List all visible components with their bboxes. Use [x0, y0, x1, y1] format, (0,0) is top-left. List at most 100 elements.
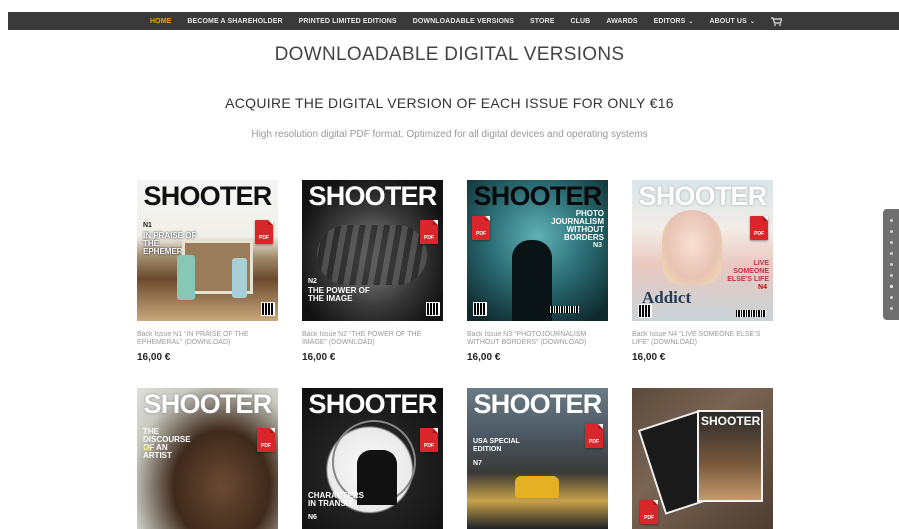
product-card[interactable]: SHOOTER THE DISCOURSE OF AN ARTIST N5 PD…	[137, 388, 278, 529]
cover-silhouette	[512, 240, 552, 321]
pdf-icon: PDF	[640, 500, 658, 524]
qr-code-icon	[261, 302, 275, 316]
product-title[interactable]: Back Issue N1 “IN PRAISE OF THE EPHEMERA…	[137, 331, 278, 348]
nav-label: EDITORS	[653, 17, 686, 25]
nav-label: CLUB	[570, 17, 591, 25]
pdf-icon: PDF	[420, 428, 438, 452]
cover-masthead: SHOOTER	[473, 389, 603, 419]
product-cover-image[interactable]: SHOOTER Addict N4 LIVE SOMEONE ELSE'S LI…	[632, 180, 773, 321]
product-grid: SHOOTER N1 IN PRAISE OF THE EPHEMERAL PD…	[137, 180, 773, 529]
cover-issue-number: N7	[473, 460, 482, 467]
nav-item-club[interactable]: CLUB	[570, 18, 590, 25]
cover-masthead: SHOOTER	[473, 181, 603, 211]
barcode-icon	[736, 310, 766, 317]
cover-headline: THE POWER OF THE IMAGE	[308, 286, 370, 303]
nav-item-home[interactable]: HOME	[150, 18, 171, 25]
cover-issue-number: N6	[308, 514, 317, 521]
product-title[interactable]: Back Issue N4 “LIVE SOMEONE ELSE’S LIFE”…	[632, 331, 773, 348]
product-card[interactable]: SHOOTER CHARACTERS IN TRANSIT N6 PDF	[302, 388, 443, 529]
nav-menu: HOME BECOME A SHAREHOLDER PRINTED LIMITE…	[150, 12, 783, 30]
cover-issue-number: N1	[143, 222, 152, 229]
nav-item-awards[interactable]: AWARDS	[606, 18, 637, 25]
section-dot[interactable]	[889, 263, 893, 266]
pdf-label: PDF	[424, 235, 434, 241]
cover-masthead: SHOOTER	[308, 389, 438, 419]
nav-item-editors[interactable]: EDITORS ⌄	[654, 18, 694, 25]
cover-masthead: SHOOTER	[308, 181, 438, 211]
product-card[interactable]: SHOOTER USA SPECIAL EDITION N7 PDF	[467, 388, 608, 529]
product-title[interactable]: Back Issue N3 “PHOTOJOURNALISM WITHOUT B…	[467, 331, 608, 348]
cover-figure	[232, 258, 247, 298]
product-card[interactable]: SHOOTER PDF	[632, 388, 773, 529]
cart-button[interactable]	[770, 16, 783, 26]
pdf-icon: PDF	[257, 428, 275, 452]
product-cover-image[interactable]: SHOOTER USA SPECIAL EDITION N7 PDF	[467, 388, 608, 529]
nav-label: PRINTED LIMITED EDITIONS	[298, 17, 397, 25]
qr-code-icon	[426, 302, 440, 316]
pdf-label: PDF	[754, 231, 764, 237]
cover-issue-number: N4	[758, 284, 767, 291]
product-cover-image[interactable]: SHOOTER N1 IN PRAISE OF THE EPHEMERAL PD…	[137, 180, 278, 321]
section-dot-navigation	[883, 209, 899, 320]
section-dot[interactable]	[889, 219, 893, 222]
nav-item-become-shareholder[interactable]: BECOME A SHAREHOLDER	[187, 18, 282, 25]
chevron-down-icon: ⌄	[749, 18, 755, 25]
section-dot-active[interactable]	[889, 285, 893, 288]
cover-headline: THE DISCOURSE OF AN ARTIST	[143, 427, 191, 460]
section-subtitle: ACQUIRE THE DIGITAL VERSION OF EACH ISSU…	[225, 95, 674, 111]
nav-label: BECOME A SHAREHOLDER	[187, 17, 283, 25]
cover-hands-image	[317, 225, 427, 285]
pdf-label: PDF	[424, 443, 434, 449]
cover-issue-number: N3	[593, 242, 602, 249]
section-dot[interactable]	[889, 241, 893, 244]
section-dot[interactable]	[889, 296, 893, 299]
pdf-label: PDF	[589, 439, 599, 445]
cover-headline: LIVE SOMEONE ELSE'S LIFE	[727, 260, 769, 283]
pdf-label: PDF	[476, 231, 486, 237]
cover-masthead: SHOOTER	[701, 414, 761, 428]
top-navigation-bar: HOME BECOME A SHAREHOLDER PRINTED LIMITE…	[8, 12, 899, 30]
nav-item-about-us[interactable]: ABOUT US ⌄	[709, 18, 755, 25]
nav-item-store[interactable]: STORE	[530, 18, 555, 25]
nav-item-printed-limited-editions[interactable]: PRINTED LIMITED EDITIONS	[299, 18, 397, 25]
chevron-down-icon: ⌄	[688, 18, 694, 25]
product-cover-image[interactable]: SHOOTER N2 THE POWER OF THE IMAGE PDF	[302, 180, 443, 321]
section-dot[interactable]	[889, 252, 893, 255]
product-title[interactable]: Back Issue N2 “THE POWER OF THE IMAGE” (…	[302, 331, 443, 348]
product-cover-image[interactable]: SHOOTER PDF	[632, 388, 773, 529]
pdf-label: PDF	[644, 515, 654, 521]
product-cover-image[interactable]: SHOOTER THE DISCOURSE OF AN ARTIST N5 PD…	[137, 388, 278, 529]
nav-item-downloadable-versions[interactable]: DOWNLOADABLE VERSIONS	[413, 18, 514, 25]
product-price: 16,00 €	[467, 352, 501, 363]
nav-label: HOME	[150, 17, 172, 25]
nav-label: DOWNLOADABLE VERSIONS	[412, 17, 514, 25]
section-dot[interactable]	[889, 230, 893, 233]
nav-label: STORE	[529, 17, 555, 25]
product-card[interactable]: SHOOTER N1 IN PRAISE OF THE EPHEMERAL PD…	[137, 180, 278, 363]
cover-headline: CHARACTERS IN TRANSIT	[308, 491, 364, 508]
product-price: 16,00 €	[302, 352, 336, 363]
cover-face-image	[662, 210, 722, 285]
cover-masthead: SHOOTER	[143, 389, 273, 419]
barcode-icon	[549, 306, 579, 313]
section-description: High resolution digital PDF format. Opti…	[251, 129, 648, 140]
cover-figure	[177, 255, 195, 300]
cover-masthead: SHOOTER	[638, 181, 768, 211]
page-title: DOWNLOADABLE DIGITAL VERSIONS	[274, 44, 625, 65]
product-card[interactable]: SHOOTER Addict N4 LIVE SOMEONE ELSE'S LI…	[632, 180, 773, 363]
product-price: 16,00 €	[137, 352, 171, 363]
cover-taxi-image	[515, 476, 559, 498]
product-cover-image[interactable]: SHOOTER CHARACTERS IN TRANSIT N6 PDF	[302, 388, 443, 529]
pdf-label: PDF	[261, 443, 271, 449]
product-card[interactable]: SHOOTER PHOTO JOURNALISM WITHOUT BORDERS…	[467, 180, 608, 363]
product-card[interactable]: SHOOTER N2 THE POWER OF THE IMAGE PDF Ba…	[302, 180, 443, 363]
product-cover-image[interactable]: SHOOTER PHOTO JOURNALISM WITHOUT BORDERS…	[467, 180, 608, 321]
section-dot[interactable]	[889, 307, 893, 310]
cover-issue-number: N5	[143, 446, 152, 453]
nav-label: ABOUT US	[709, 17, 747, 25]
qr-code-icon	[473, 302, 487, 316]
pdf-icon: PDF	[472, 216, 490, 240]
cover-headline: USA SPECIAL EDITION	[473, 438, 520, 453]
nav-label: AWARDS	[606, 17, 638, 25]
section-dot[interactable]	[889, 274, 893, 277]
